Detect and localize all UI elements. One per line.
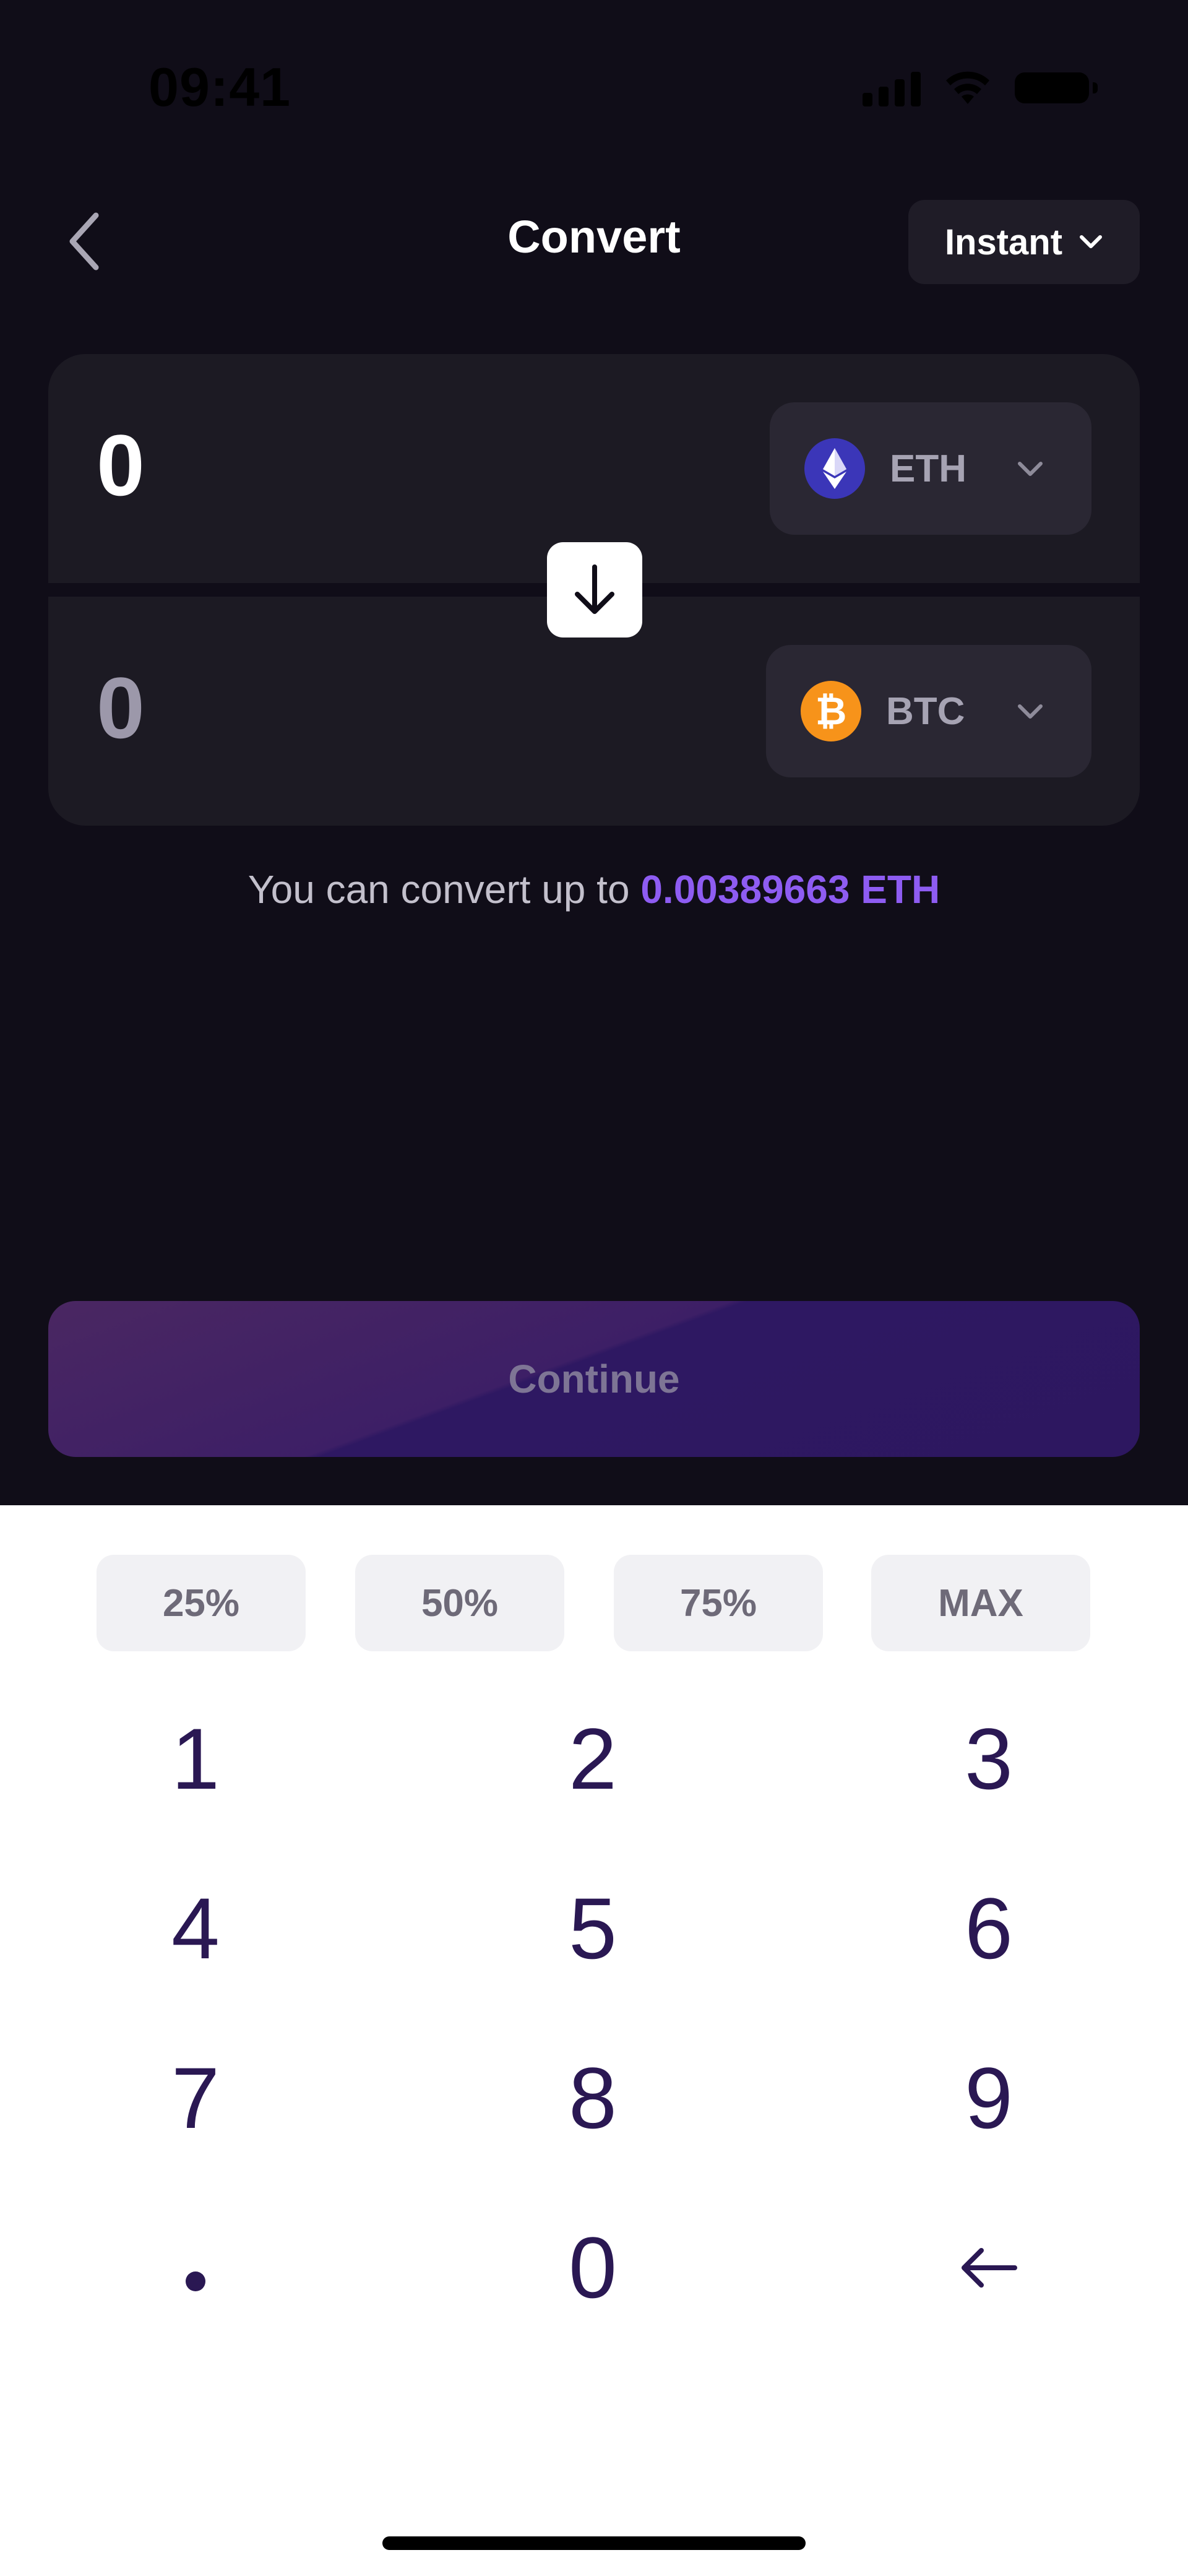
bitcoin-icon: ₿ — [801, 681, 861, 741]
conversion-mode-select[interactable]: Instant — [908, 200, 1140, 284]
home-indicator — [382, 2536, 806, 2550]
max-button[interactable]: MAX — [871, 1555, 1090, 1651]
key-2[interactable]: 2 — [500, 1697, 686, 1821]
key-decimal[interactable]: . — [103, 2206, 288, 2330]
swap-direction-button[interactable] — [547, 542, 642, 638]
key-9[interactable]: 9 — [896, 2036, 1082, 2160]
key-0[interactable]: 0 — [500, 2206, 686, 2330]
from-token-select[interactable]: ETH — [770, 402, 1091, 535]
from-token-label: ETH — [890, 447, 966, 490]
ethereum-icon — [804, 438, 865, 499]
key-3[interactable]: 3 — [896, 1697, 1082, 1821]
arrow-down-icon — [575, 564, 614, 614]
arrow-left-icon — [962, 2248, 1017, 2288]
conversion-mode-label: Instant — [944, 222, 1063, 262]
chevron-down-icon — [1018, 462, 1043, 476]
continue-button[interactable]: Continue — [48, 1301, 1140, 1457]
key-6[interactable]: 6 — [896, 1867, 1082, 1990]
key-7[interactable]: 7 — [103, 2036, 288, 2160]
dot-icon — [186, 2271, 205, 2291]
chevron-down-icon — [1018, 704, 1043, 719]
convert-limit-prefix: You can convert up to — [248, 867, 641, 912]
convert-limit-text: You can convert up to 0.00389663 ETH — [0, 867, 1188, 912]
from-amount-input[interactable]: 0 — [97, 404, 145, 527]
key-8[interactable]: 8 — [500, 2036, 686, 2160]
to-token-label: BTC — [886, 689, 965, 733]
key-1[interactable]: 1 — [103, 1697, 288, 1821]
chevron-down-icon — [1080, 235, 1103, 248]
percent-25-button[interactable]: 25% — [97, 1555, 306, 1651]
cellular-signal-icon — [863, 69, 921, 106]
backspace-key[interactable] — [896, 2206, 1082, 2330]
key-5[interactable]: 5 — [500, 1867, 686, 1990]
percent-75-button[interactable]: 75% — [614, 1555, 823, 1651]
status-time: 09:41 — [148, 56, 291, 118]
convert-limit-amount[interactable]: 0.00389663 ETH — [640, 867, 940, 912]
to-amount-output: 0 — [97, 659, 145, 756]
key-4[interactable]: 4 — [103, 1867, 288, 1990]
to-token-select[interactable]: ₿ BTC — [766, 645, 1091, 777]
wifi-icon — [946, 71, 989, 104]
converter-screen: 09:41 Convert Instant 0 ETH 0 ₿ BTC You … — [0, 0, 1188, 1505]
status-icons — [863, 69, 1098, 106]
percent-50-button[interactable]: 50% — [355, 1555, 564, 1651]
battery-icon — [1015, 72, 1098, 103]
